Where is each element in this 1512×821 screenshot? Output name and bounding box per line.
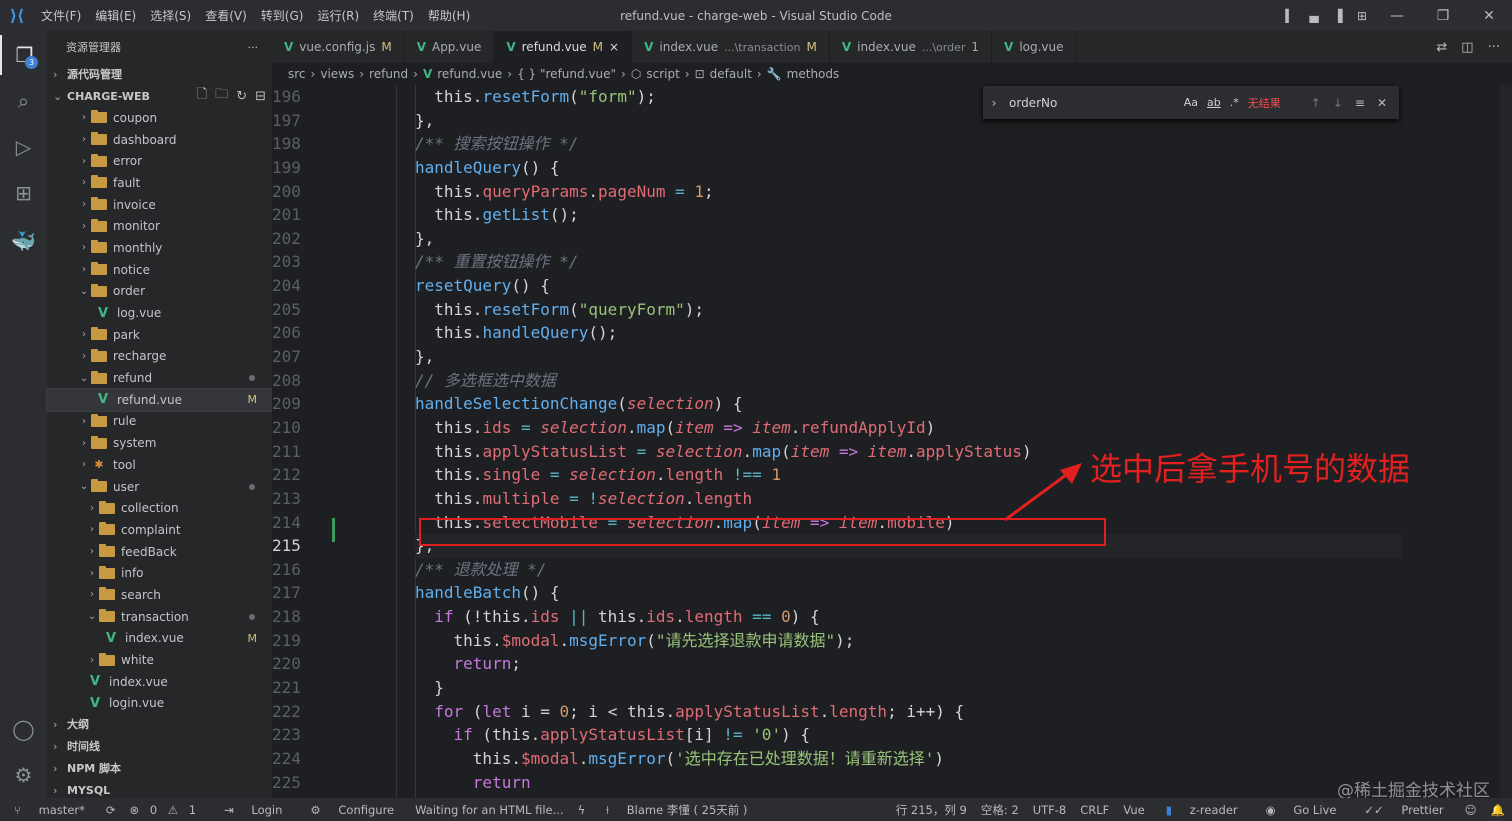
lightning-icon[interactable]: ϟ [571, 803, 593, 817]
prettier-status[interactable]: ✓✓ Prettier [1350, 803, 1457, 817]
branch-label: master* [38, 802, 85, 817]
z-reader-label: z-reader [1189, 802, 1238, 817]
status-bar: ⑂ master* ⟳ ⊗ 0 ⚠ 1 ⇥ Login ⚙ Configure … [0, 798, 1512, 821]
blame-status[interactable]: ⍿ Blame 李懂 ( 25天前 ) [592, 802, 761, 818]
broadcast-icon: ◉ [1265, 802, 1276, 817]
blame-icon: ⍿ [606, 802, 610, 817]
git-branch-icon: ⑂ [14, 802, 21, 817]
annotation-arrow [1004, 463, 1082, 522]
z-reader-status[interactable]: ▮ z-reader [1152, 803, 1252, 817]
configure-status[interactable]: ⚙ Configure [296, 803, 408, 817]
language-mode[interactable]: Vue [1116, 803, 1151, 817]
configure-label: Configure [338, 802, 395, 817]
gear-icon: ⚙ [310, 802, 321, 817]
blame-label: Blame 李懂 ( 25天前 ) [626, 802, 748, 817]
problems-status[interactable]: ⊗ 0 ⚠ 1 [123, 803, 211, 817]
login-status[interactable]: ⇥ Login [210, 803, 296, 817]
waiting-status[interactable]: Waiting for an HTML file... [408, 803, 570, 817]
double-check-icon: ✓✓ [1364, 802, 1384, 817]
prettier-label: Prettier [1401, 802, 1444, 817]
notifications-bell-icon[interactable]: 🔔 [1484, 803, 1512, 817]
indentation[interactable]: 空格: 2 [974, 802, 1026, 818]
sync-icon[interactable]: ⟳ [99, 803, 123, 817]
login-icon: ⇥ [224, 802, 234, 817]
warning-count: 1 [188, 802, 197, 817]
end-of-line[interactable]: CRLF [1073, 803, 1116, 817]
branch-status[interactable]: ⑂ master* [0, 803, 99, 817]
encoding[interactable]: UTF-8 [1026, 803, 1074, 817]
go-live-label: Go Live [1293, 802, 1337, 817]
annotation-text: 选中后拿手机号的数据 [1090, 450, 1411, 488]
book-icon: ▮ [1165, 802, 1173, 817]
go-live-status[interactable]: ◉ Go Live [1252, 803, 1351, 817]
feedback-icon[interactable]: ☺ [1458, 803, 1484, 817]
error-count: 0 [149, 802, 158, 817]
login-label: Login [251, 802, 283, 817]
cursor-position[interactable]: 行 215，列 9 [889, 802, 974, 818]
